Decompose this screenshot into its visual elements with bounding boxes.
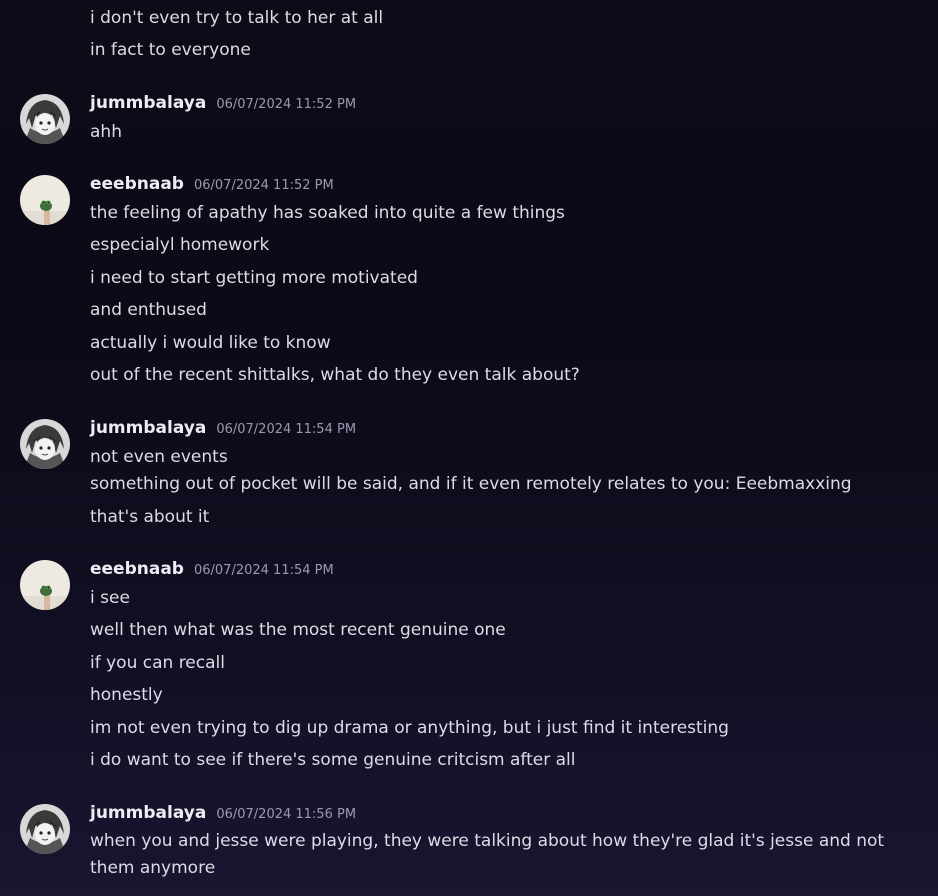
message-line: actually i would like to know	[90, 333, 331, 353]
message-header: jummbalaya 06/07/2024 11:54 PM	[90, 418, 356, 438]
username[interactable]: eeebnaab	[90, 559, 184, 579]
message-line: ahh	[90, 122, 122, 142]
message-line: im not even trying to dig up drama or an…	[90, 718, 729, 738]
message-line: i don't even try to talk to her at all	[90, 8, 384, 28]
frog-avatar-icon[interactable]	[20, 560, 70, 610]
timestamp[interactable]: 06/07/2024 11:52 PM	[194, 178, 334, 193]
username[interactable]: eeebnaab	[90, 174, 184, 194]
frog-avatar-icon[interactable]	[20, 175, 70, 225]
message-header: eeebnaab 06/07/2024 11:52 PM	[90, 174, 334, 194]
message-line: i need to start getting more motivated	[90, 268, 418, 288]
manga-girl-avatar-icon[interactable]	[20, 94, 70, 144]
message-line: out of the recent shittalks, what do the…	[90, 365, 580, 385]
timestamp[interactable]: 06/07/2024 11:54 PM	[194, 563, 334, 578]
message-header: eeebnaab 06/07/2024 11:54 PM	[90, 559, 334, 579]
message-line: especialyl homework	[90, 235, 270, 255]
manga-girl-avatar-icon[interactable]	[20, 419, 70, 469]
message-header: jummbalaya 06/07/2024 11:52 PM	[90, 93, 356, 113]
username[interactable]: jummbalaya	[90, 803, 206, 823]
message-line: in fact to everyone	[90, 40, 251, 60]
timestamp[interactable]: 06/07/2024 11:54 PM	[216, 422, 356, 437]
manga-girl-avatar-icon[interactable]	[20, 804, 70, 854]
message-line: when you and jesse were playing, they we…	[90, 831, 885, 878]
username[interactable]: jummbalaya	[90, 418, 206, 438]
chat-message-list: i don't even try to talk to her at all i…	[0, 0, 938, 896]
timestamp[interactable]: 06/07/2024 11:52 PM	[216, 97, 356, 112]
message-line: well then what was the most recent genui…	[90, 620, 506, 640]
message-line: if you can recall	[90, 653, 225, 673]
message-line: that's about it	[90, 507, 210, 527]
message-line: i see	[90, 588, 130, 608]
message-line: not even events	[90, 447, 228, 467]
message-line: i do want to see if there's some genuine…	[90, 750, 576, 770]
timestamp[interactable]: 06/07/2024 11:56 PM	[216, 807, 356, 822]
message-line: and enthused	[90, 300, 207, 320]
message-header: jummbalaya 06/07/2024 11:56 PM	[90, 803, 356, 823]
username[interactable]: jummbalaya	[90, 93, 206, 113]
message-line: something out of pocket will be said, an…	[90, 474, 852, 494]
message-line: the feeling of apathy has soaked into qu…	[90, 203, 565, 223]
message-line: honestly	[90, 685, 163, 705]
